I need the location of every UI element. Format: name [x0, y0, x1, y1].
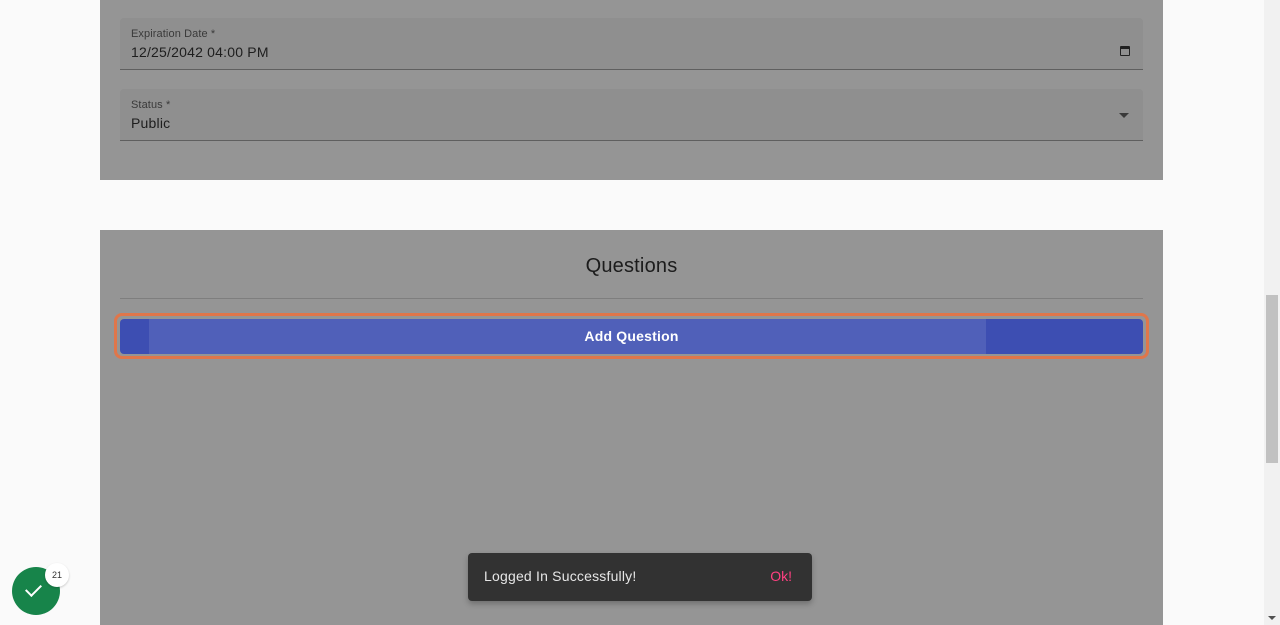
snackbar-ok-button[interactable]: Ok! [770, 568, 792, 584]
button-ripple [149, 319, 986, 354]
scroll-down-arrow-icon[interactable] [1268, 616, 1276, 620]
vertical-scrollbar[interactable] [1264, 0, 1280, 625]
status-value[interactable]: Public [131, 115, 170, 131]
status-label: Status * [131, 99, 171, 111]
expiration-date-label: Expiration Date * [131, 28, 216, 40]
check-icon [25, 580, 42, 597]
calendar-icon[interactable] [1120, 46, 1130, 56]
scrollbar-thumb[interactable] [1266, 295, 1278, 463]
notification-count-badge: 21 [45, 563, 69, 587]
details-card: Expiration Date * 12/25/2042 04:00 PM St… [100, 0, 1163, 180]
questions-title: Questions [585, 255, 678, 277]
expiration-date-field[interactable]: Expiration Date * 12/25/2042 04:00 PM [120, 18, 1143, 70]
chevron-down-icon[interactable] [1119, 113, 1129, 118]
page: Expiration Date * 12/25/2042 04:00 PM St… [0, 0, 1280, 625]
status-select[interactable]: Status * Public [120, 89, 1143, 141]
add-question-button[interactable]: Add Question [120, 319, 1143, 354]
add-question-label: Add Question [584, 328, 679, 344]
snackbar-message: Logged In Successfully! [484, 568, 637, 584]
snackbar: Logged In Successfully! Ok! [468, 553, 812, 601]
expiration-date-value[interactable]: 12/25/2042 04:00 PM [131, 44, 269, 60]
divider [120, 298, 1143, 299]
status-fab-button[interactable]: 21 [12, 563, 69, 615]
